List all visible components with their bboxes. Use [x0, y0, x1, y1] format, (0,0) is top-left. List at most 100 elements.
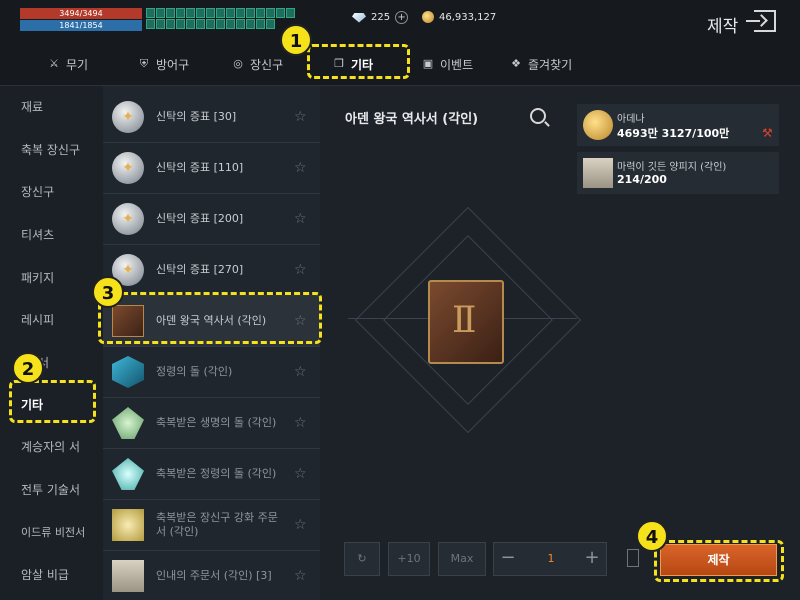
scroll-icon — [112, 509, 144, 541]
life-stone-icon — [112, 407, 144, 439]
shield-icon: ⛨ — [139, 57, 149, 70]
tab-weapon[interactable]: ⚔ 무기 — [48, 42, 88, 86]
diamond-currency: 225 + — [352, 11, 409, 24]
material-name: 아데나 — [617, 114, 645, 125]
item-name: 축복받은 생명의 돌 (각인) — [156, 416, 277, 429]
annotation-number: 3 — [92, 276, 124, 308]
list-item[interactable]: 축복받은 생명의 돌 (각인) ☆ — [103, 398, 320, 449]
buff-icon — [286, 8, 295, 18]
favorite-star-icon[interactable]: ☆ — [294, 364, 307, 380]
item-name: 축복받은 정령의 돌 (각인) — [156, 467, 277, 480]
zoom-in-icon[interactable] — [530, 108, 546, 124]
add-diamond-button[interactable]: + — [395, 11, 409, 24]
buff-icon — [276, 8, 285, 18]
ring-icon: ◎ — [233, 57, 243, 70]
scroll-icon — [112, 560, 144, 592]
buff-icon — [246, 19, 255, 29]
bookmark-icon: ❖ — [511, 57, 521, 70]
material-row: 마력이 깃든 양피지 (각인) 214/200 — [577, 152, 779, 194]
hammer-icon: ⚒ — [762, 126, 773, 140]
buff-icon — [176, 8, 185, 18]
top-bar: 3494/3494 1841/1854 225 + 46,933,127 제작 — [0, 0, 800, 42]
tab-label: 이벤트 — [440, 57, 474, 72]
buff-icon — [196, 8, 205, 18]
buff-icon — [256, 8, 265, 18]
favorite-star-icon[interactable]: ☆ — [294, 211, 307, 227]
calculator-icon[interactable] — [627, 549, 639, 567]
favorite-star-icon[interactable]: ☆ — [294, 160, 307, 176]
plus-button[interactable]: + — [580, 543, 604, 575]
medal-icon — [112, 101, 144, 133]
sidebar-item-idru-book[interactable]: 이드류 비전서 — [21, 524, 85, 540]
tab-armor[interactable]: ⛨ 방어구 — [138, 42, 189, 86]
buff-icon — [156, 8, 165, 18]
favorite-star-icon[interactable]: ☆ — [294, 466, 307, 482]
list-item[interactable]: 축복받은 정령의 돌 (각인) ☆ — [103, 449, 320, 500]
list-item[interactable]: 정령의 돌 (각인) ☆ — [103, 347, 320, 398]
favorite-star-icon[interactable]: ☆ — [294, 262, 307, 278]
material-qty: 214/200 — [617, 173, 667, 186]
buff-icon — [146, 8, 155, 18]
buff-icon — [206, 19, 215, 29]
favorite-star-icon[interactable]: ☆ — [294, 568, 307, 584]
favorite-star-icon[interactable]: ☆ — [294, 517, 307, 533]
favorite-star-icon[interactable]: ☆ — [294, 109, 307, 125]
list-item[interactable]: 신탁의 증표 [200] ☆ — [103, 194, 320, 245]
history-book-icon — [428, 280, 504, 364]
exit-icon[interactable] — [746, 10, 776, 32]
item-name: 인내의 주문서 (각인) [3] — [156, 569, 272, 582]
list-item[interactable]: 신탁의 증표 [270] ☆ — [103, 245, 320, 296]
annotation-number: 4 — [636, 520, 668, 552]
annotation-box — [307, 44, 410, 79]
tab-label: 무기 — [66, 57, 89, 72]
adena-count: 46,933,127 — [439, 11, 497, 23]
buff-icon — [146, 19, 155, 29]
buff-icon — [196, 19, 205, 29]
favorite-star-icon[interactable]: ☆ — [294, 415, 307, 431]
list-item[interactable]: 축복받은 장신구 강화 주문서 (각인) ☆ — [103, 500, 320, 551]
max-button[interactable]: Max — [438, 542, 486, 576]
annotation-box — [98, 292, 322, 344]
item-name: 신탁의 증표 [110] — [156, 161, 244, 174]
tab-favorites[interactable]: ❖ 즐겨찾기 — [510, 42, 572, 86]
item-name: 신탁의 증표 [270] — [156, 263, 244, 276]
sidebar-item-assassin[interactable]: 암살 비급 — [21, 566, 69, 583]
annotation-box — [654, 540, 784, 582]
minus-button[interactable]: − — [496, 543, 520, 575]
medal-icon — [112, 152, 144, 184]
blessed-spirit-stone-icon — [112, 458, 144, 490]
sidebar-item-recipe[interactable]: 레시피 — [21, 311, 54, 328]
list-item[interactable]: 신탁의 증표 [30] ☆ — [103, 92, 320, 143]
item-name: 축복받은 장신구 강화 주문서 (각인) — [156, 511, 278, 538]
sidebar-item-combat-skill[interactable]: 전투 기술서 — [21, 481, 80, 498]
sidebar-item-package[interactable]: 패키지 — [21, 269, 54, 286]
buff-icons — [146, 8, 296, 29]
sidebar-item-materials[interactable]: 재료 — [21, 98, 43, 115]
item-name: 신탁의 증표 [30] — [156, 110, 237, 123]
hp-bar: 3494/3494 — [20, 8, 142, 19]
sidebar-item-tshirt[interactable]: 티셔츠 — [21, 226, 54, 243]
buff-icon — [216, 8, 225, 18]
sidebar-item-accessory[interactable]: 장신구 — [21, 183, 54, 200]
spirit-stone-icon — [112, 356, 144, 388]
sidebar: 재료 축복 장신구 장신구 티셔츠 패키지 레시피 서 기타 계승자의 서 전투… — [0, 86, 103, 600]
list-item[interactable]: 인내의 주문서 (각인) [3] ☆ — [103, 551, 320, 600]
quantity-value[interactable]: 1 — [534, 543, 568, 575]
buff-icon — [186, 8, 195, 18]
sidebar-item-blessed-accessory[interactable]: 축복 장신구 — [21, 141, 80, 158]
tab-label: 장신구 — [250, 57, 284, 72]
tab-event[interactable]: ▣ 이벤트 — [422, 42, 473, 86]
tab-accessory[interactable]: ◎ 장신구 — [232, 42, 283, 86]
reset-button[interactable]: ↻ — [344, 542, 380, 576]
sidebar-item-heir-book[interactable]: 계승자의 서 — [21, 438, 80, 455]
material-row: 아데나 4693만 3127/100만 ⚒ — [577, 104, 779, 146]
buff-icon — [256, 19, 265, 29]
buff-icon — [176, 19, 185, 29]
parchment-icon — [583, 158, 613, 188]
plus10-button[interactable]: +10 — [388, 542, 430, 576]
list-item[interactable]: 신탁의 증표 [110] ☆ — [103, 143, 320, 194]
buff-icon — [156, 19, 165, 29]
adena-coin-icon — [422, 11, 434, 23]
buff-icon — [166, 8, 175, 18]
diamond-count: 225 — [371, 12, 391, 23]
